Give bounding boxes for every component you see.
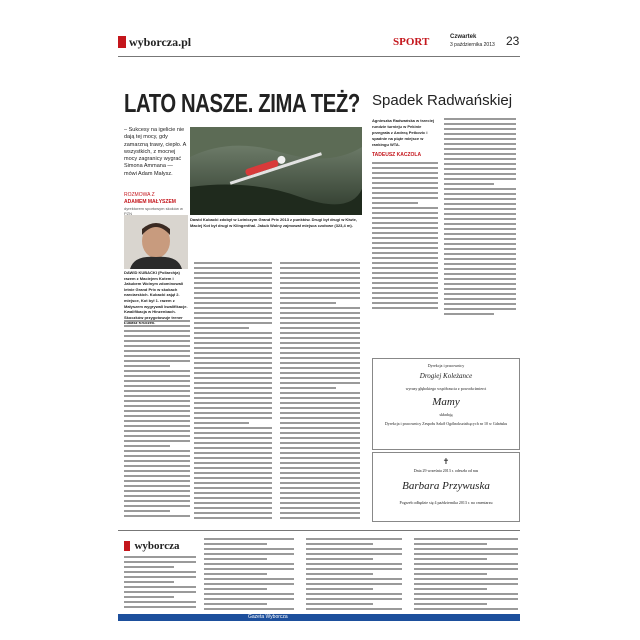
obituary-1-name-top: Drogiej Koleżance — [419, 372, 473, 380]
sidebar-quote: – Sukcesy na igelicie nie dają tej mocy,… — [124, 127, 186, 177]
footer-bar: Gazeta Wyborcza — [118, 614, 520, 621]
photo-caption: Dawid Kubacki zdobył w Lotniczym Grand P… — [190, 217, 357, 228]
headline: LATO NASZE. ZIMA TEŻ? — [124, 88, 360, 118]
byline-name: ADAMEM MAŁYSZEM — [124, 199, 176, 205]
byline-label: ROZMOWA Z — [124, 192, 155, 198]
cross-icon: ✝ — [442, 457, 450, 466]
page-number: 23 — [506, 34, 520, 48]
header-date: 3 października 2013 — [450, 42, 495, 48]
colophon-col-4 — [414, 538, 518, 613]
logo-text: wyborcza — [134, 539, 180, 552]
header-weekday: Czwartek — [450, 34, 477, 40]
obituary-1: Dyrekcja i pracownicy Drogiej Koleżance … — [372, 358, 520, 450]
obituary-1-footer: Dyrekcja i pracownicy Zespołu Szkół Ogól… — [384, 421, 508, 426]
obituary-2: ✝ Dnia 29 września 2013 r. odeszła od na… — [372, 452, 520, 522]
second-lead: Agnieszka Radwańska w trzeciej rundzie t… — [372, 118, 435, 147]
obituary-2-footer: Pogrzeb odbędzie się 4 października 2013… — [399, 500, 493, 505]
body-column-3 — [280, 262, 360, 522]
second-author: TADEUSZ KACZOLA — [372, 152, 422, 158]
colophon-col-2 — [204, 538, 294, 613]
colophon-col-1 — [124, 556, 196, 611]
logo-mark — [124, 540, 130, 551]
obituary-1-closing: składają — [439, 412, 453, 417]
brand-logo — [118, 36, 126, 48]
obituary-1-intro: Dyrekcja i pracownicy — [427, 363, 465, 368]
body-column-1 — [124, 320, 190, 520]
second-body-right — [444, 118, 516, 318]
page-header: wyborcza.pl SPORT Czwartek 3 październik… — [118, 32, 520, 54]
second-headline: Spadek Radwańskiej — [372, 92, 513, 109]
colophon-rule — [118, 530, 520, 531]
obituary-2-intro: Dnia 29 września 2013 r. odeszła od nas — [413, 468, 479, 473]
obituary-1-name: Mamy — [432, 396, 460, 408]
colophon-logo: wyborcza — [124, 537, 179, 555]
main-photo — [190, 127, 362, 215]
lead-paragraph: DAWID KUBACKI (Poliarchja) razem z Macie… — [124, 270, 188, 326]
author-portrait — [124, 215, 188, 269]
section-title: SPORT — [393, 36, 430, 48]
obituary-2-name: Barbara Przywuska — [402, 480, 490, 492]
colophon-col-3 — [306, 538, 402, 613]
header-rule — [118, 56, 520, 57]
second-body-left — [372, 162, 438, 312]
obituary-1-condolence: wyrazy głębokiego współczucia z powodu ś… — [405, 386, 487, 391]
footer-bar-text: Gazeta Wyborcza — [248, 614, 288, 620]
brand-name: wyborcza.pl — [129, 35, 192, 49]
body-column-2 — [194, 262, 272, 522]
